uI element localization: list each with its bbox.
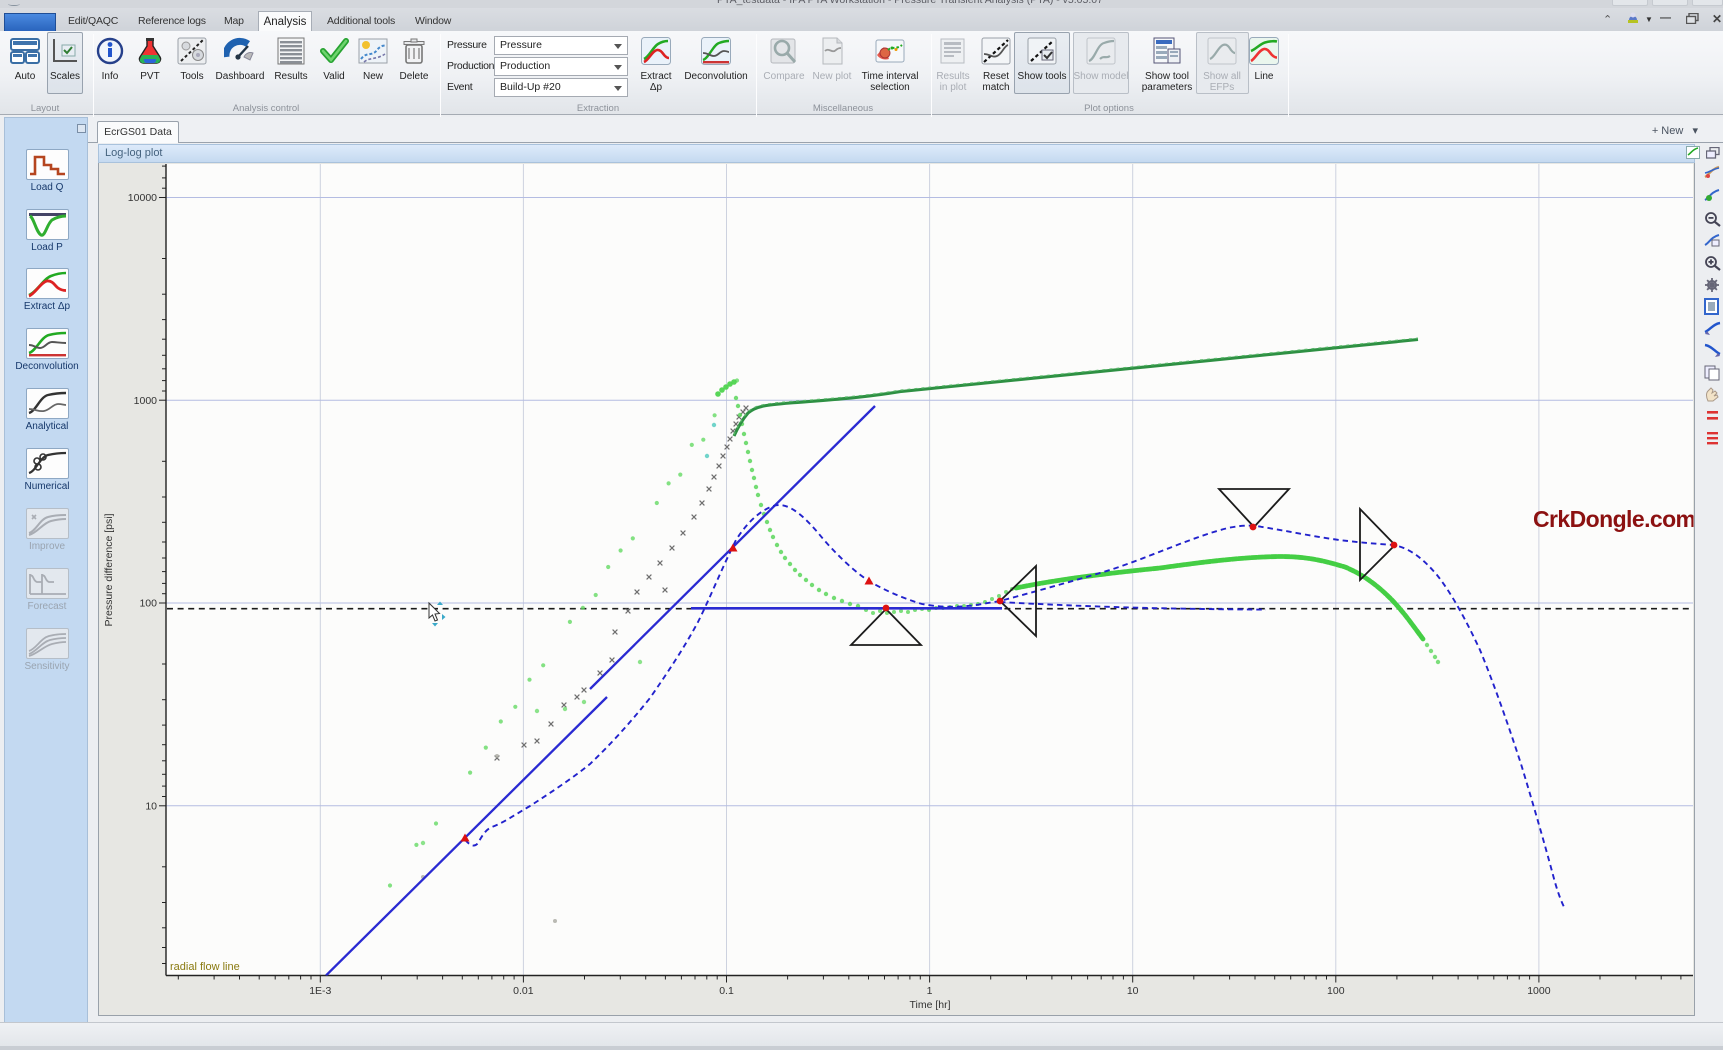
svg-text:Pressure difference [psi]: Pressure difference [psi] (103, 513, 115, 626)
svg-text:1000: 1000 (1527, 985, 1551, 997)
svg-text:0.01: 0.01 (513, 985, 534, 997)
svg-text:1E-3: 1E-3 (309, 985, 331, 997)
svg-text:100: 100 (139, 598, 157, 610)
svg-text:1: 1 (927, 985, 933, 997)
svg-text:1000: 1000 (134, 395, 158, 407)
svg-text:10: 10 (145, 800, 157, 812)
svg-text:Time [hr]: Time [hr] (909, 999, 950, 1011)
svg-text:10: 10 (1127, 985, 1139, 997)
svg-text:CrkDongle.com: CrkDongle.com (1533, 506, 1696, 532)
svg-text:100: 100 (1327, 985, 1345, 997)
svg-text:0.1: 0.1 (719, 985, 734, 997)
svg-text:10000: 10000 (128, 192, 157, 204)
svg-text:radial flow line: radial flow line (170, 961, 240, 973)
